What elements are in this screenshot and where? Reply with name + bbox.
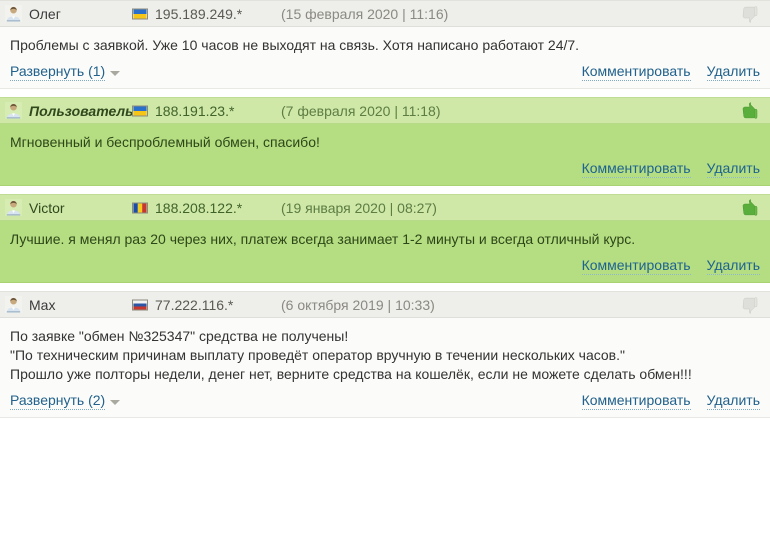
chevron-down-icon — [110, 400, 121, 405]
comment-reply-button[interactable]: Комментировать — [581, 392, 691, 410]
comment-reply-button[interactable]: Комментировать — [581, 63, 691, 81]
comment-body: Мгновенный и беспроблемный обмен, спасиб… — [0, 124, 770, 186]
comment-ip: 188.191.23.* — [155, 102, 235, 119]
comment-username: Max — [29, 296, 56, 313]
ua-flag-icon — [132, 8, 148, 19]
user-avatar-icon — [5, 296, 22, 313]
comment-actions: Развернуть (1) Комментировать Удалить — [10, 62, 760, 82]
comment-body: По заявке "обмен №325347" средства не по… — [0, 318, 770, 418]
comment-reply-button[interactable]: Комментировать — [581, 257, 691, 275]
comment-card: Олег 195.189.249.* (15 февраля 2020 | 11… — [0, 0, 770, 89]
comment-actions-right: Комментировать Удалить — [581, 392, 760, 410]
thumbs-up-icon[interactable] — [742, 101, 758, 120]
comment-actions-right: Комментировать Удалить — [581, 257, 760, 275]
comment-delete-button[interactable]: Удалить — [706, 160, 760, 178]
comment-date: (6 октября 2019 | 10:33) — [281, 296, 435, 313]
thumbs-down-icon[interactable] — [742, 5, 758, 23]
comment-header: Пользователь 188.191.23.* (7 февраля 202… — [0, 97, 770, 124]
comment-actions: Комментировать Удалить — [10, 159, 760, 179]
comment-reply-button[interactable]: Комментировать — [581, 160, 691, 178]
md-flag-icon — [132, 202, 148, 213]
comment-text: Проблемы с заявкой. Уже 10 часов не выхо… — [10, 37, 580, 53]
comment-header: Олег 195.189.249.* (15 февраля 2020 | 11… — [0, 0, 770, 27]
comment-actions-right: Комментировать Удалить — [581, 160, 760, 178]
comment-username: Victor — [29, 199, 65, 216]
comment-delete-button[interactable]: Удалить — [706, 257, 760, 275]
comment-text: Лучшие. я менял раз 20 через них, платеж… — [10, 231, 636, 247]
comment-delete-button[interactable]: Удалить — [706, 392, 760, 410]
user-avatar-icon — [5, 5, 22, 22]
thumbs-up-icon[interactable] — [742, 198, 758, 217]
comment-username: Олег — [29, 5, 61, 22]
user-avatar-icon — [5, 199, 22, 216]
expand-replies-label[interactable]: Развернуть (1) — [10, 63, 106, 81]
comment-text: Мгновенный и беспроблемный обмен, спасиб… — [10, 134, 320, 150]
comment-date: (7 февраля 2020 | 11:18) — [281, 102, 441, 119]
user-avatar-icon — [5, 102, 22, 119]
comment-actions: Развернуть (2) Комментировать Удалить — [10, 391, 760, 411]
comment-body: Лучшие. я менял раз 20 через них, платеж… — [0, 221, 770, 283]
comment-actions: Комментировать Удалить — [10, 256, 760, 276]
expand-replies-label[interactable]: Развернуть (2) — [10, 392, 106, 410]
comment-ip: 77.222.116.* — [155, 296, 234, 313]
thumbs-down-icon[interactable] — [742, 296, 758, 314]
ua-flag-icon — [132, 105, 148, 116]
comment-actions-right: Комментировать Удалить — [581, 63, 760, 81]
comment-delete-button[interactable]: Удалить — [706, 63, 760, 81]
comment-date: (15 февраля 2020 | 11:16) — [281, 5, 449, 22]
comment-header: Victor 188.208.122.* (19 января 2020 | 0… — [0, 194, 770, 221]
expand-replies-button[interactable]: Развернуть (1) — [10, 63, 121, 81]
comment-ip: 188.208.122.* — [155, 199, 243, 216]
ru-flag-icon — [132, 299, 148, 310]
expand-replies-button[interactable]: Развернуть (2) — [10, 392, 121, 410]
comment-header: Max 77.222.116.* (6 октября 2019 | 10:33… — [0, 291, 770, 318]
comments-feed: Олег 195.189.249.* (15 февраля 2020 | 11… — [0, 0, 770, 418]
comment-card: Victor 188.208.122.* (19 января 2020 | 0… — [0, 194, 770, 283]
comment-body: Проблемы с заявкой. Уже 10 часов не выхо… — [0, 27, 770, 89]
comment-card: Пользователь 188.191.23.* (7 февраля 202… — [0, 97, 770, 186]
comment-username: Пользователь — [29, 102, 134, 119]
comment-text: По заявке "обмен №325347" средства не по… — [10, 328, 692, 382]
comment-ip: 195.189.249.* — [155, 5, 243, 22]
chevron-down-icon — [110, 71, 121, 76]
comment-card: Max 77.222.116.* (6 октября 2019 | 10:33… — [0, 291, 770, 418]
comment-date: (19 января 2020 | 08:27) — [281, 199, 437, 216]
